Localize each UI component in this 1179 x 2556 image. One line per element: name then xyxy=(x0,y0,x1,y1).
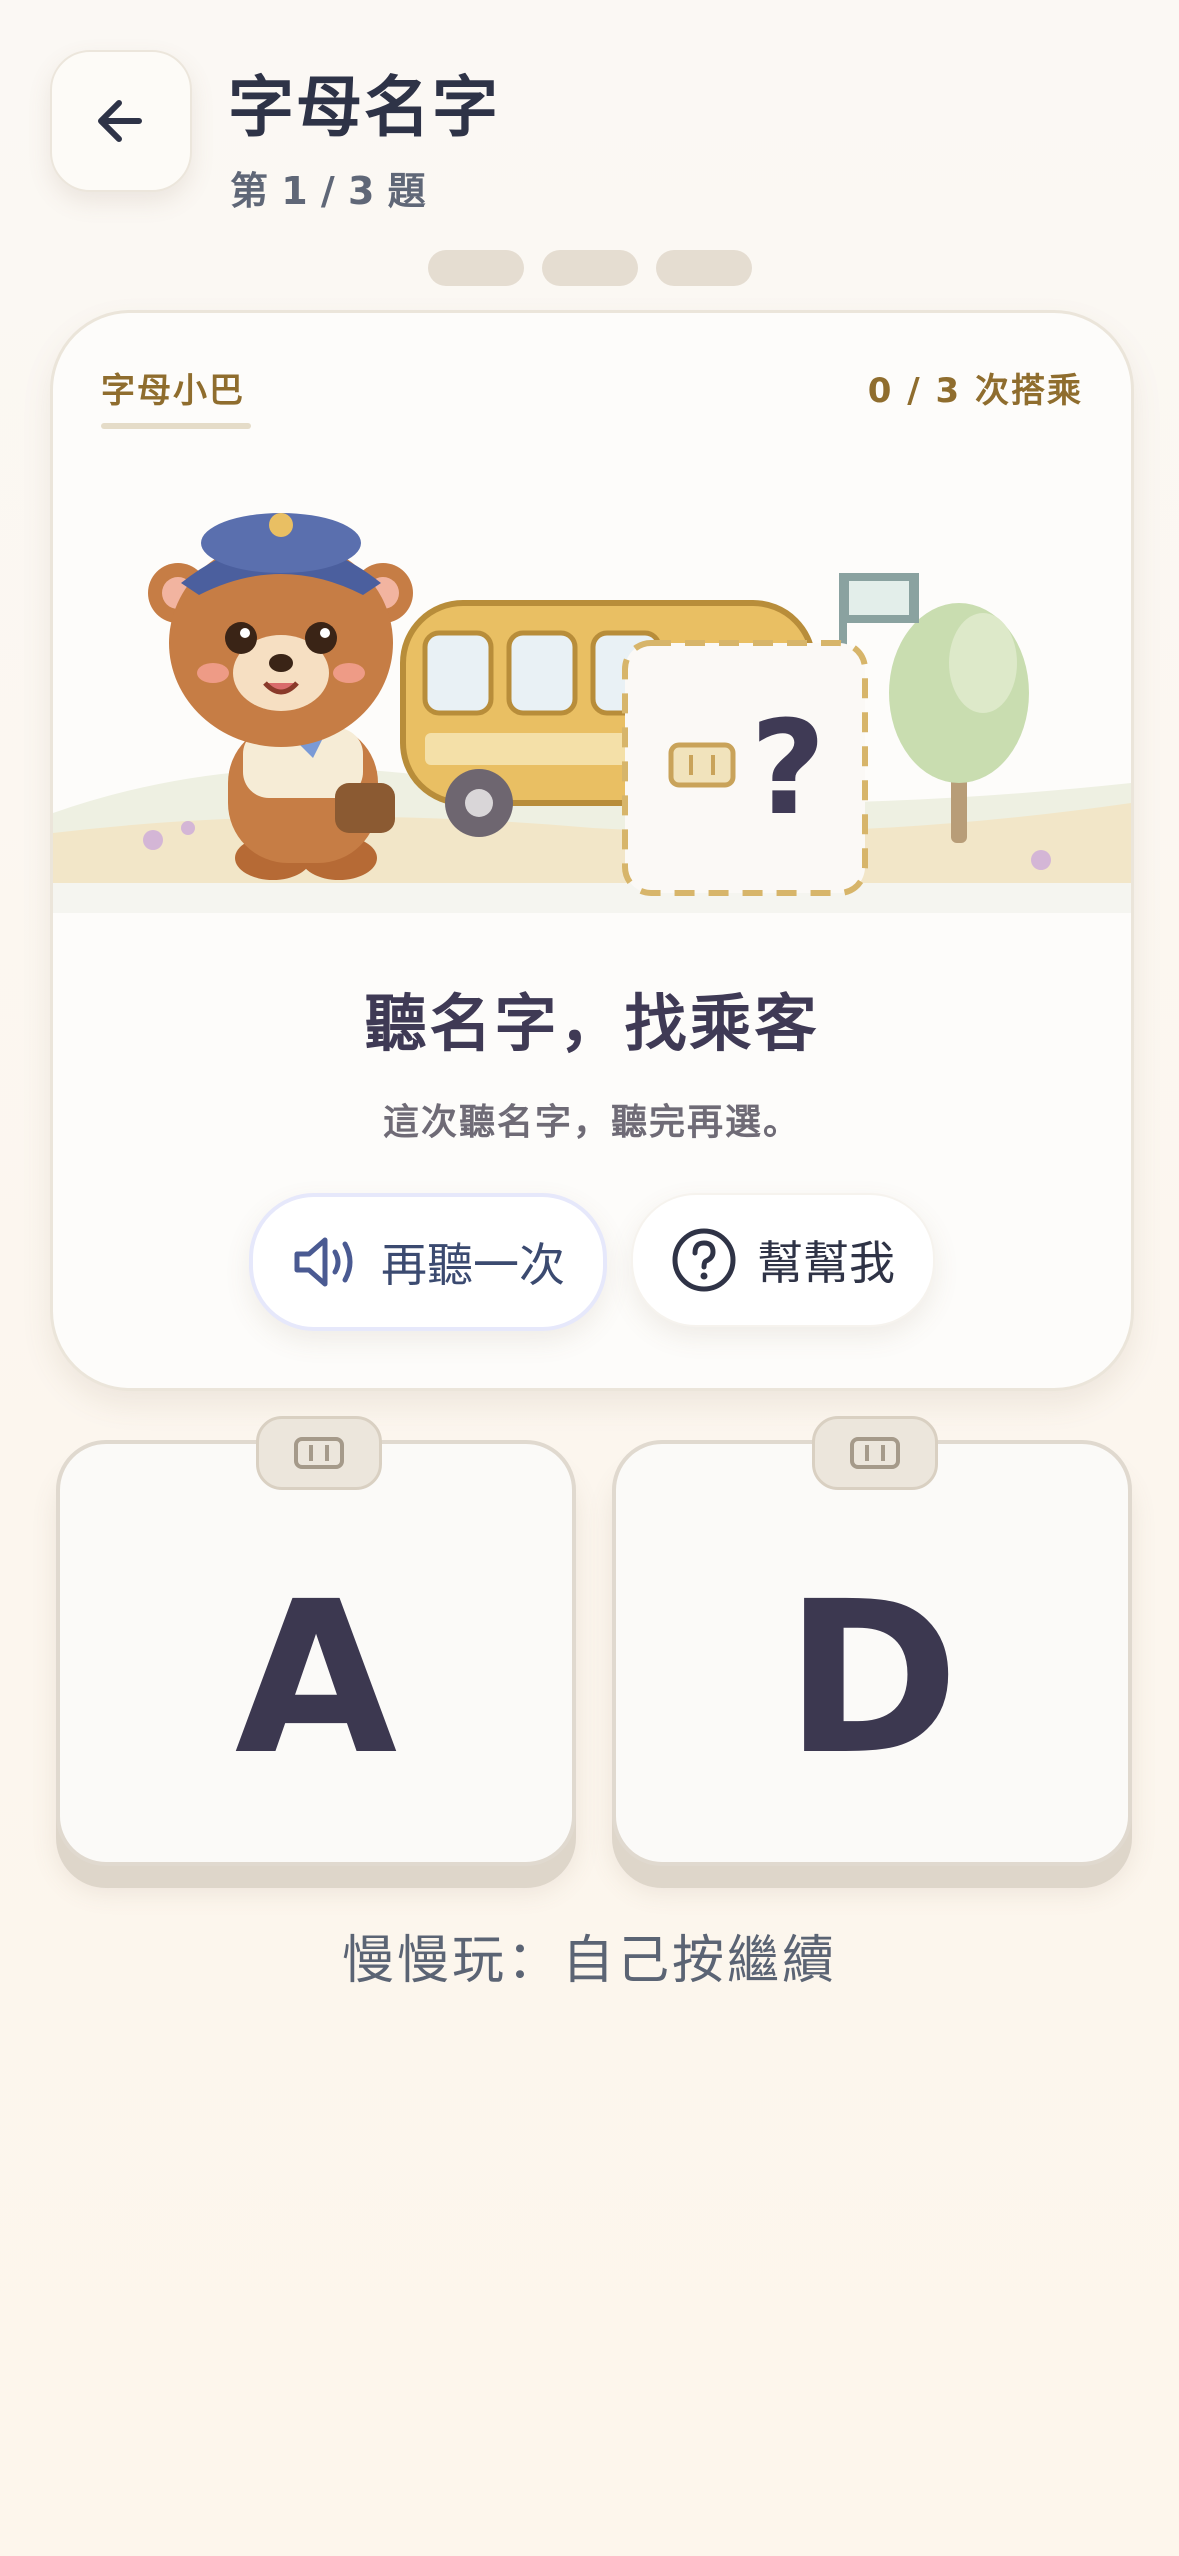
replay-audio-button[interactable]: 再聽一次 xyxy=(249,1193,607,1331)
card-label: 字母小巴 xyxy=(101,371,245,411)
progress-step xyxy=(542,250,638,286)
bus-scene-illustration: ? xyxy=(53,513,1131,913)
answer-choice-d[interactable]: D xyxy=(612,1416,1132,1866)
choice-letter: D xyxy=(784,1555,960,1801)
answer-choice-a[interactable]: A xyxy=(56,1416,576,1866)
replay-label: 再聽一次 xyxy=(381,1238,565,1292)
label-underline xyxy=(101,423,251,429)
help-button[interactable]: 幫幫我 xyxy=(631,1193,935,1327)
question-circle-icon xyxy=(672,1228,736,1292)
progress-indicator xyxy=(428,250,752,286)
question-hint: 這次聽名字，聽完再選。 xyxy=(382,1102,801,1143)
progress-step xyxy=(428,250,524,286)
arrow-left-icon xyxy=(98,100,142,142)
missing-passenger-mark: ? xyxy=(750,692,825,844)
help-label: 幫幫我 xyxy=(757,1236,895,1290)
question-prompt: 聽名字，找乘客 xyxy=(364,987,820,1060)
back-button[interactable] xyxy=(50,50,192,192)
question-counter: 第 1 / 3 題 xyxy=(230,169,426,213)
ticket-tab xyxy=(812,1416,938,1490)
ticket-tab xyxy=(256,1416,382,1490)
speaker-icon xyxy=(294,1237,353,1287)
question-card: 字母小巴 0 / 3 次搭乘 ? 聽名字，找乘客 這次聽名字，聽完再選。 再聽一… xyxy=(50,310,1134,1391)
ticket-icon xyxy=(850,1437,900,1469)
ride-count: 0 / 3 次搭乘 xyxy=(867,371,1083,411)
play-mode-note: 慢慢玩：自己按繼續 xyxy=(341,1931,837,1991)
progress-step xyxy=(656,250,752,286)
choice-letter: A xyxy=(234,1555,398,1801)
page-title: 字母名字 xyxy=(228,69,500,146)
ticket-icon xyxy=(294,1437,344,1469)
